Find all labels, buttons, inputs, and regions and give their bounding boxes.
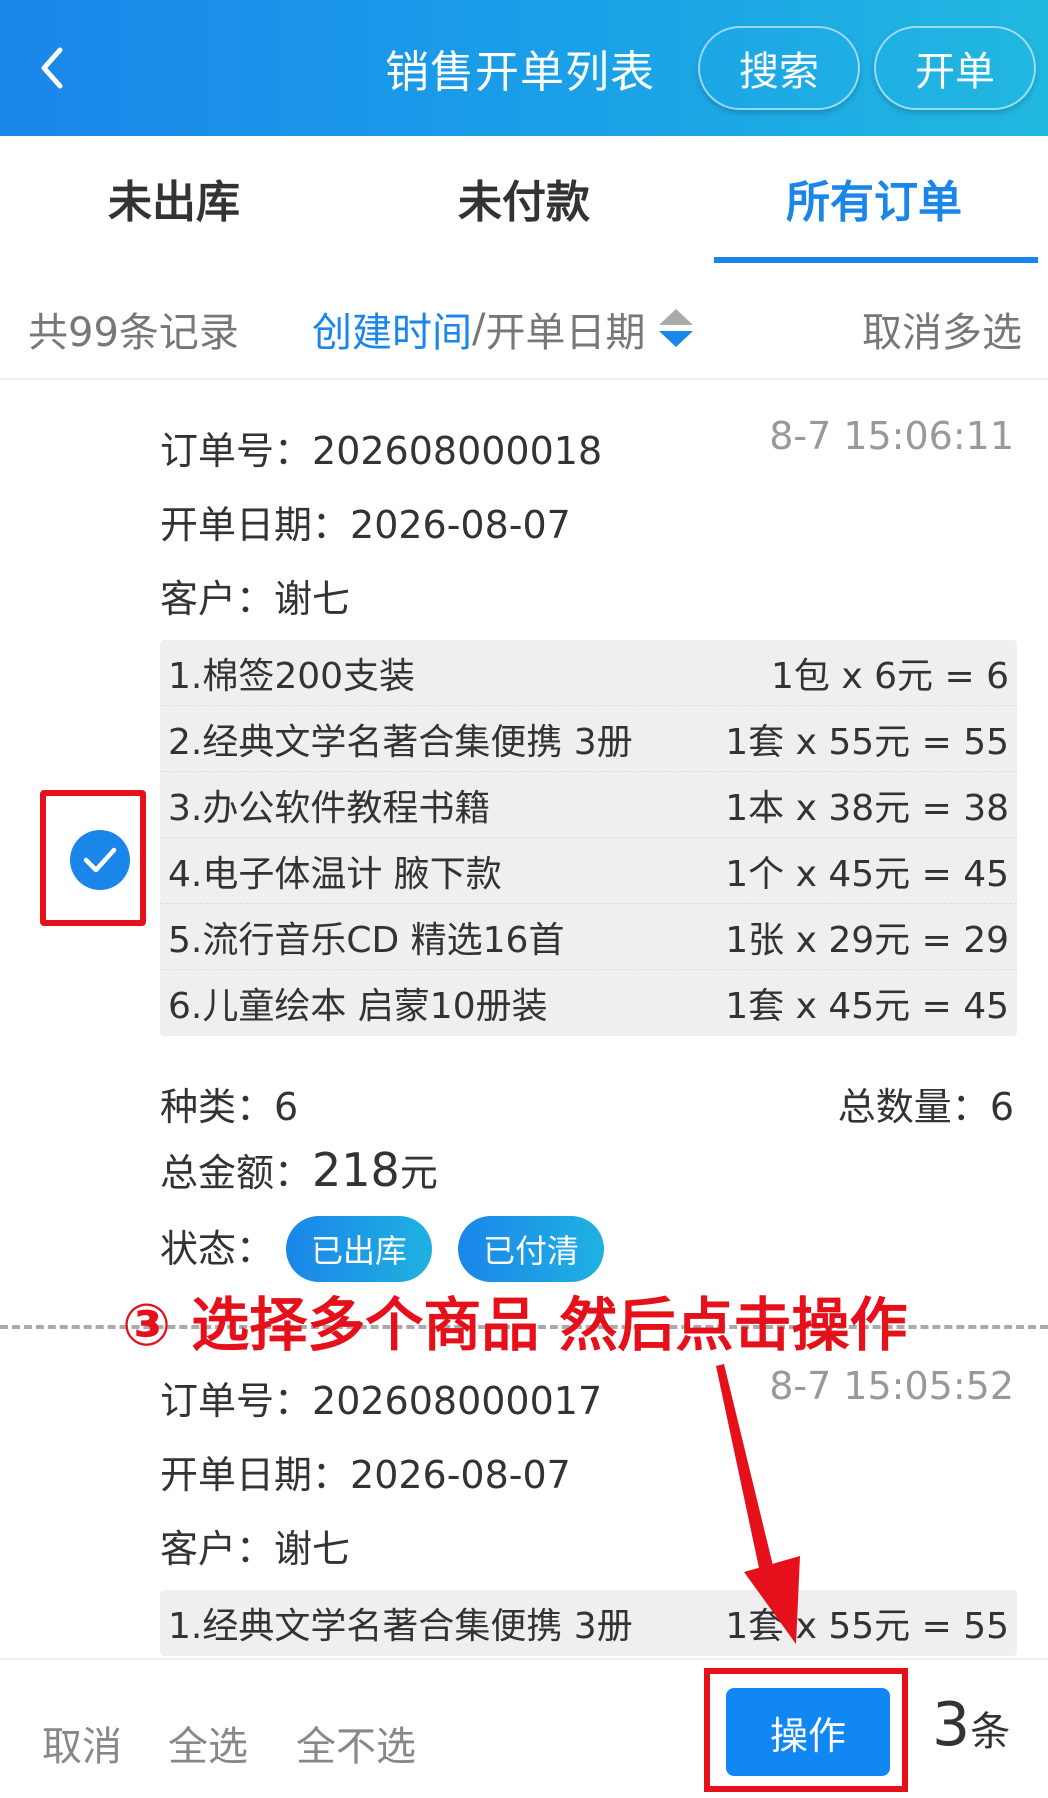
customer: 客户：谢七 <box>160 577 351 621</box>
list-item: 1.经典文学名著合集便携 3册 1套 x 55元 = 55 <box>168 1606 1009 1647</box>
create-order-button[interactable]: 开单 <box>874 26 1036 110</box>
total-quantity: 总数量：6 <box>837 1085 1014 1129</box>
order-time: 8-7 15:06:11 <box>769 414 1014 458</box>
list-item: 2.经典文学名著合集便携 3册 1套 x 55元 = 55 <box>160 706 1017 772</box>
app-header: 销售开单列表 搜索 开单 <box>0 0 1048 136</box>
select-none-button[interactable]: 全不选 <box>296 1714 416 1772</box>
action-button[interactable]: 操作 <box>726 1688 890 1776</box>
kinds: 种类：6 <box>160 1085 299 1129</box>
list-item: 6.儿童绘本 启蒙10册装 1套 x 45元 = 45 <box>168 986 1009 1027</box>
item-list: 1.经典文学名著合集便携 3册 1套 x 55元 = 55 <box>160 1590 1017 1656</box>
back-button[interactable] <box>30 38 82 98</box>
record-count: 共99条记录 <box>28 310 239 356</box>
tab-all-orders[interactable]: 所有订单 <box>786 166 962 230</box>
tab-not-shipped[interactable]: 未出库 <box>108 166 240 230</box>
total-amount: 总金额：218元 <box>160 1143 438 1197</box>
chevron-left-icon <box>41 47 63 89</box>
list-item: 4.电子体温计 腋下款 1个 x 45元 = 45 <box>160 838 1017 904</box>
item-list: 1.棉签200支装 1包 x 6元 = 6 2.经典文学名著合集便携 3册 1套 x… <box>160 640 1017 1036</box>
sort-by-created-time[interactable]: 创建时间 <box>312 300 472 358</box>
checkmark-icon <box>83 847 117 873</box>
sort-by-order-date[interactable]: 开单日期 <box>485 300 645 358</box>
select-all-button[interactable]: 全选 <box>168 1714 248 1772</box>
list-item: 3.办公软件教程书籍 1本 x 38元 = 38 <box>160 772 1017 838</box>
status-label: 状态： <box>160 1227 275 1271</box>
status-badge: 已付清 <box>458 1216 604 1282</box>
order-number: 订单号：202608000017 <box>160 1379 603 1423</box>
page-title: 销售开单列表 <box>385 47 655 98</box>
annotation-arrow-icon <box>716 1364 800 1644</box>
list-item: 5.流行音乐CD 精选16首 1张 x 29元 = 29 <box>160 904 1017 970</box>
tab-unpaid[interactable]: 未付款 <box>458 166 590 230</box>
cancel-button[interactable]: 取消 <box>42 1714 122 1772</box>
annotation-text: ③ 选择多个商品 然后点击操作 <box>122 1291 908 1359</box>
selected-checkbox[interactable] <box>70 830 130 890</box>
order-number: 订单号：202608000018 <box>160 429 603 473</box>
sort-separator: / <box>472 306 486 352</box>
tab-bar: 未出库 未付款 所有订单 <box>0 136 1048 264</box>
order-date: 开单日期：2026-08-07 <box>160 503 571 547</box>
list-item: 1.棉签200支装 1包 x 6元 = 6 <box>160 640 1017 706</box>
annotation-highlight-box <box>40 790 146 926</box>
active-tab-indicator <box>714 257 1038 263</box>
sort-toggle[interactable]: 创建时间 / 开单日期 <box>312 300 694 358</box>
selected-count: 3条 <box>932 1690 1011 1760</box>
cancel-multiselect-button[interactable]: 取消多选 <box>862 300 1022 358</box>
sort-icon[interactable] <box>659 309 694 349</box>
order-date: 开单日期：2026-08-07 <box>160 1453 571 1497</box>
filter-bar: 共99条记录 创建时间 / 开单日期 取消多选 <box>0 264 1048 380</box>
status-badge: 已出库 <box>286 1216 432 1282</box>
bottom-action-bar: 取消 全选 全不选 操作 3条 <box>0 1658 1048 1798</box>
search-button[interactable]: 搜索 <box>698 26 860 110</box>
customer: 客户：谢七 <box>160 1527 351 1571</box>
